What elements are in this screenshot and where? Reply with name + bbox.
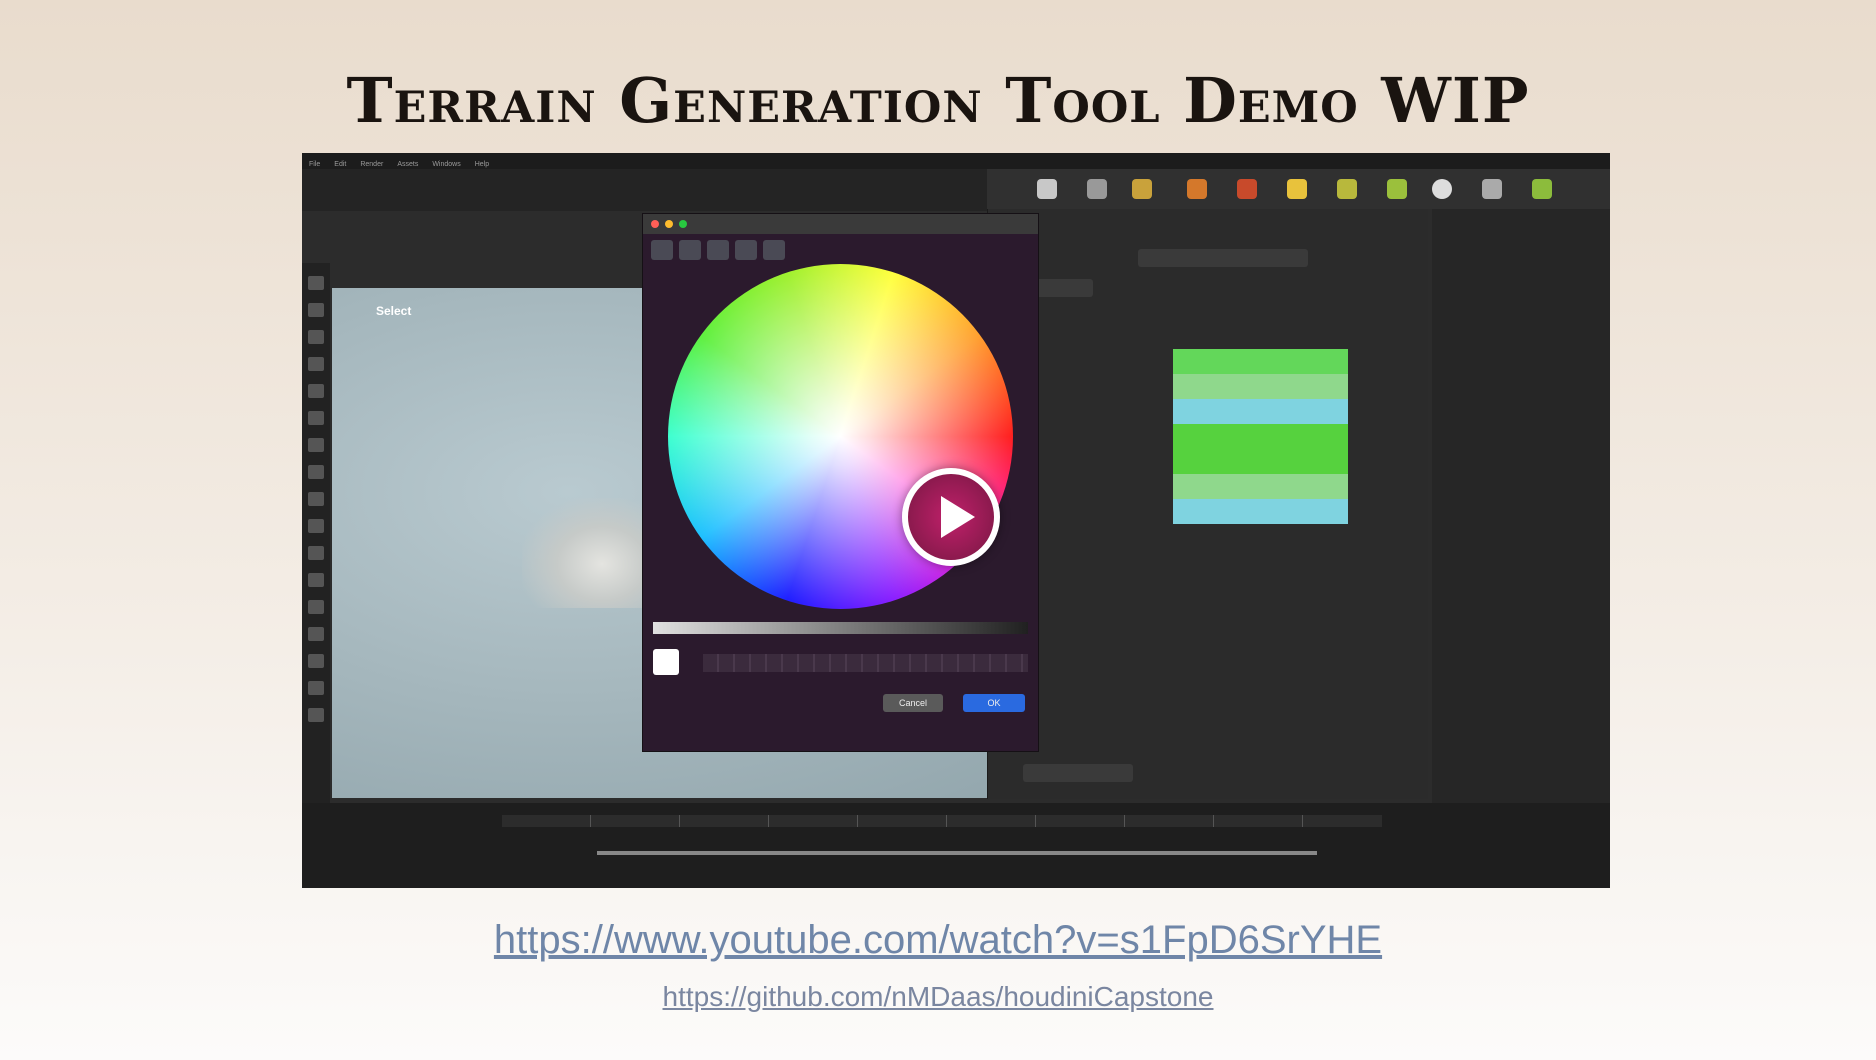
app-toolbar-row [302,169,992,183]
current-color-swatch [653,649,679,675]
app-toolbar-row [302,197,992,211]
cancel-button: Cancel [883,694,943,712]
left-tool-palette [302,263,330,803]
timeline-track [502,815,1382,827]
github-link[interactable]: https://github.com/nMDaas/houdiniCapston… [0,981,1876,1013]
play-button[interactable] [902,468,1000,566]
close-dot-icon [651,220,659,228]
minimize-dot-icon [665,220,673,228]
viewport-label: Select [376,304,412,318]
shelf-tool-icon [1187,179,1207,199]
image-palettes-tab-icon [735,240,757,260]
slide-title: Terrain Generation Tool Demo WIP [346,64,1530,137]
shelf-tool-icon [1532,179,1552,199]
shelf-tool-icon [1482,179,1502,199]
color-wheel-tab-icon [651,240,673,260]
param-button [1033,279,1093,297]
shelf-tool-icon [1432,179,1452,199]
video-thumbnail[interactable]: File Edit Render Assets Windows Help Select [302,153,1610,888]
shelf-tool-icon [1037,179,1057,199]
pencils-tab-icon [763,240,785,260]
right-panel [1432,209,1610,888]
parameter-panel [987,209,1428,799]
param-button [1023,764,1133,782]
dialog-titlebar [643,214,1038,234]
palettes-tab-icon [707,240,729,260]
app-menubar: File Edit Render Assets Windows Help [302,153,1610,169]
shelf-toolbar [987,169,1610,209]
brightness-slider [653,622,1028,634]
shelf-tool-icon [1237,179,1257,199]
timeline-range-slider [597,851,1317,855]
color-ramp [1173,349,1348,524]
shelf-tool-icon [1337,179,1357,199]
sliders-tab-icon [679,240,701,260]
param-button [1138,249,1308,267]
shelf-tool-icon [1087,179,1107,199]
youtube-link[interactable]: https://www.youtube.com/watch?v=s1FpD6Sr… [0,918,1876,963]
play-icon [941,496,975,538]
app-toolbar-row [302,183,992,197]
timeline-bar [302,803,1610,888]
ok-button: OK [963,694,1025,712]
shelf-tool-icon [1287,179,1307,199]
shelf-tool-icon [1132,179,1152,199]
shelf-tool-icon [1387,179,1407,199]
zoom-dot-icon [679,220,687,228]
swatch-grid [703,654,1028,672]
